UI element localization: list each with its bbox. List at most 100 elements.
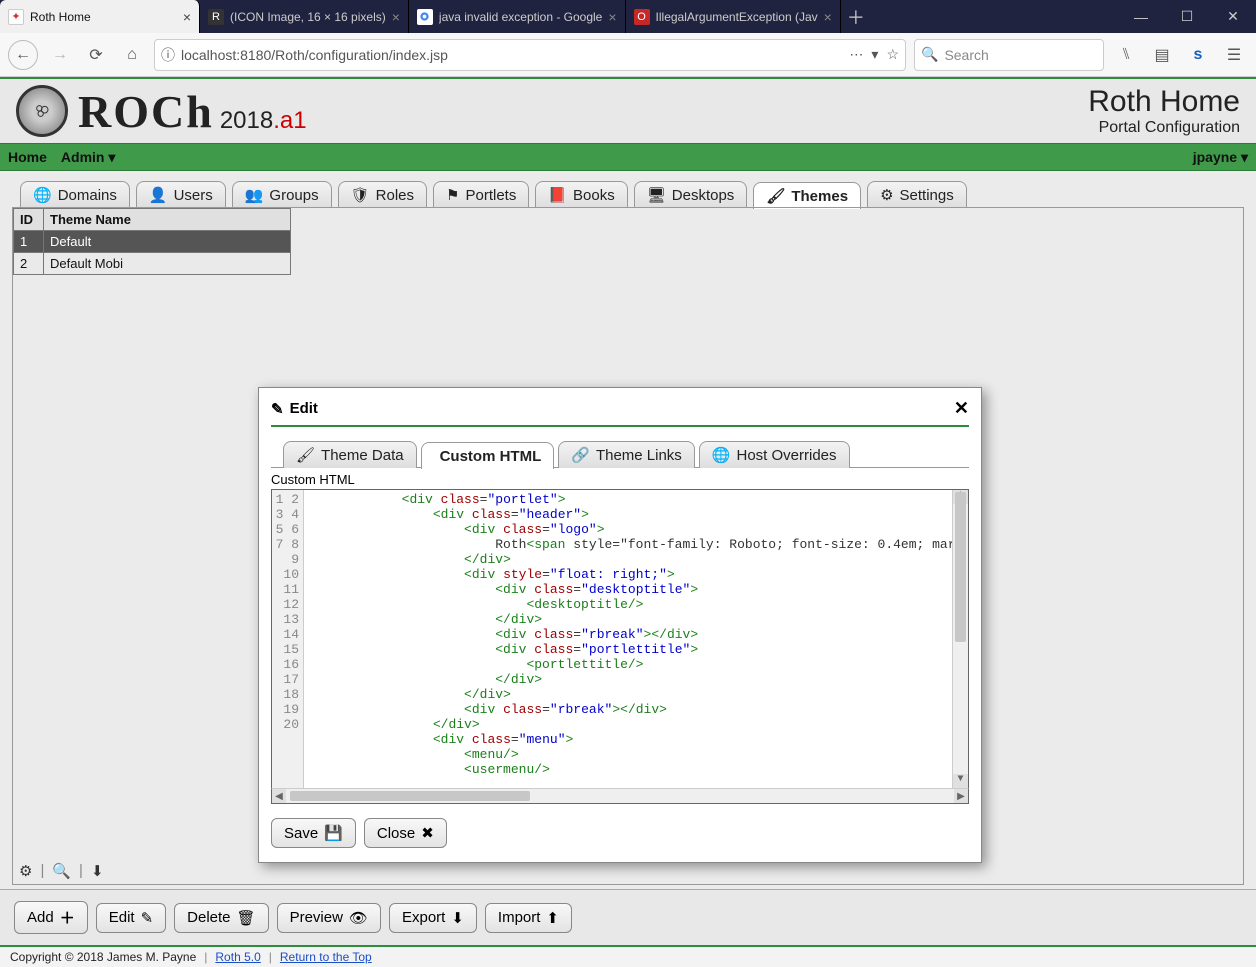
save-icon: 💾 <box>324 824 343 842</box>
upload-icon: ⬆ <box>546 909 559 927</box>
edit-button[interactable]: Edit ✎ <box>96 903 166 933</box>
reader-icon[interactable]: ▾ <box>871 46 878 63</box>
app-menu-button[interactable]: ☰ <box>1220 41 1248 69</box>
edit-icon: ✎ <box>271 400 284 418</box>
modal-tab-theme-data[interactable]: 🖌 Theme Data <box>283 441 417 468</box>
preview-button[interactable]: Preview 👁 <box>277 903 381 933</box>
nav-back-button[interactable]: ← <box>8 40 38 70</box>
url-bar[interactable]: ⓘ localhost:8180/Roth/configuration/inde… <box>154 39 906 71</box>
modal-tab-host-overrides[interactable]: 🌐Host Overrides <box>699 441 850 468</box>
favicon-icon: O <box>634 9 650 25</box>
page-content: ROCh 2018.a1 Roth Home Portal Configurat… <box>0 77 1256 967</box>
tab-close-icon[interactable]: × <box>183 9 191 25</box>
tab-portlets[interactable]: ⚑Portlets <box>433 181 529 208</box>
users-icon: 👥 <box>245 186 264 204</box>
scroll-right-icon[interactable]: ▶ <box>954 789 968 803</box>
scroll-thumb[interactable] <box>955 492 966 642</box>
flag-icon: ⚑ <box>446 186 459 204</box>
tab-roles[interactable]: 🛡Roles <box>338 181 427 208</box>
brush-icon: 🖌 <box>296 446 315 464</box>
footer-link-roth[interactable]: Roth 5.0 <box>215 950 260 964</box>
copyright-text: Copyright © 2018 James M. Payne <box>10 950 196 964</box>
favicon-icon <box>417 9 433 25</box>
tab-users[interactable]: 👤Users <box>136 181 226 208</box>
page-title: Roth Home <box>1088 85 1240 119</box>
tab-books[interactable]: 📕Books <box>535 181 627 208</box>
horizontal-scrollbar[interactable]: ◀ ▶ <box>271 788 969 804</box>
link-icon: 🔗 <box>571 446 590 464</box>
new-tab-button[interactable]: ＋ <box>841 0 871 33</box>
modal-tab-custom-html[interactable]: Custom HTML <box>421 442 555 469</box>
modal-close-button[interactable]: ✕ <box>954 398 969 419</box>
eye-icon: 👁 <box>349 909 368 927</box>
add-button[interactable]: Add ＋ <box>14 901 88 934</box>
th-name[interactable]: Theme Name <box>44 209 291 231</box>
logo-icon <box>16 85 68 137</box>
info-icon[interactable]: ⓘ <box>161 45 175 65</box>
bookmark-star-icon[interactable]: ☆ <box>886 46 899 63</box>
tab-label: Theme Data <box>321 447 404 464</box>
tab-close-icon[interactable]: × <box>608 9 616 25</box>
close-icon: ✖ <box>421 824 434 842</box>
nav-home-button[interactable]: ⌂ <box>118 41 146 69</box>
code-content[interactable]: <div class="portlet"> <div class="header… <box>304 490 952 788</box>
scroll-thumb[interactable] <box>290 791 530 801</box>
gear-icon[interactable]: ⚙ <box>19 862 32 880</box>
table-row[interactable]: 2Default Mobi <box>14 253 291 275</box>
library-icon[interactable]: ⑊ <box>1112 41 1140 69</box>
import-button[interactable]: Import ⬆ <box>485 903 572 933</box>
modal-tab-theme-links[interactable]: 🔗Theme Links <box>558 441 695 468</box>
browser-tab-3[interactable]: O IllegalArgumentException (Jav × <box>626 0 841 33</box>
menu-user[interactable]: jpayne ▾ <box>1193 149 1248 166</box>
tab-groups[interactable]: 👥Groups <box>232 181 332 208</box>
window-close-button[interactable]: ✕ <box>1210 0 1256 33</box>
search-icon[interactable]: 🔍 <box>52 862 71 880</box>
tab-themes[interactable]: 🖌Themes <box>753 182 861 209</box>
more-icon[interactable]: ⋯ <box>849 46 863 63</box>
user-icon: 👤 <box>149 186 168 204</box>
menu-home[interactable]: Home <box>8 149 47 165</box>
code-editor[interactable]: 1 2 3 4 5 6 7 8 9 10 11 12 13 14 15 16 1… <box>271 489 969 789</box>
url-text: localhost:8180/Roth/configuration/index.… <box>181 47 843 63</box>
tab-desktops[interactable]: 🖥Desktops <box>634 181 748 208</box>
nav-reload-button[interactable]: ⟳ <box>82 41 110 69</box>
save-button[interactable]: Save 💾 <box>271 818 356 848</box>
menu-admin[interactable]: Admin ▾ <box>61 149 115 166</box>
scroll-down-icon[interactable]: ▼ <box>953 774 968 788</box>
tab-close-icon[interactable]: × <box>392 9 400 25</box>
tab-label: (ICON Image, 16 × 16 pixels) <box>230 10 386 24</box>
favicon-icon: ✦ <box>8 9 24 25</box>
window-minimize-button[interactable]: ― <box>1118 0 1164 33</box>
scroll-left-icon[interactable]: ◀ <box>272 789 286 803</box>
browser-tab-2[interactable]: java invalid exception - Google × <box>409 0 626 33</box>
tab-label: Settings <box>900 187 954 204</box>
tab-close-icon[interactable]: × <box>824 9 832 25</box>
tab-label: java invalid exception - Google <box>439 10 602 24</box>
tab-label: Roth Home <box>30 10 177 24</box>
tab-label: Domains <box>58 187 117 204</box>
export-button[interactable]: Export ⬇ <box>389 903 477 933</box>
browser-tab-0[interactable]: ✦ Roth Home × <box>0 0 200 33</box>
download-icon[interactable]: ⬇ <box>91 862 104 880</box>
panel-tool-icons: ⚙| 🔍| ⬇ <box>19 862 104 880</box>
tab-settings[interactable]: ⚙Settings <box>867 181 967 208</box>
search-box[interactable]: 🔍 Search <box>914 39 1104 71</box>
vertical-scrollbar[interactable]: ▲ ▼ <box>952 490 968 788</box>
table-row[interactable]: 1Default <box>14 231 291 253</box>
th-id[interactable]: ID <box>14 209 44 231</box>
delete-button[interactable]: Delete 🗑 <box>174 903 268 933</box>
tab-label: Desktops <box>672 187 735 204</box>
sync-account-icon[interactable]: s <box>1184 41 1212 69</box>
close-button[interactable]: Close ✖ <box>364 818 447 848</box>
nav-forward-button: → <box>46 41 74 69</box>
sidebar-icon[interactable]: ▤ <box>1148 41 1176 69</box>
trash-icon: 🗑 <box>237 909 256 927</box>
field-label: Custom HTML <box>271 472 969 487</box>
window-maximize-button[interactable]: ☐ <box>1164 0 1210 33</box>
modal-title-text: Edit <box>290 400 318 417</box>
browser-tab-1[interactable]: R (ICON Image, 16 × 16 pixels) × <box>200 0 409 33</box>
cell-name: Default <box>44 231 291 253</box>
footer-link-top[interactable]: Return to the Top <box>280 950 372 964</box>
tab-label: Custom HTML <box>440 448 542 465</box>
tab-domains[interactable]: 🌐Domains <box>20 181 130 208</box>
